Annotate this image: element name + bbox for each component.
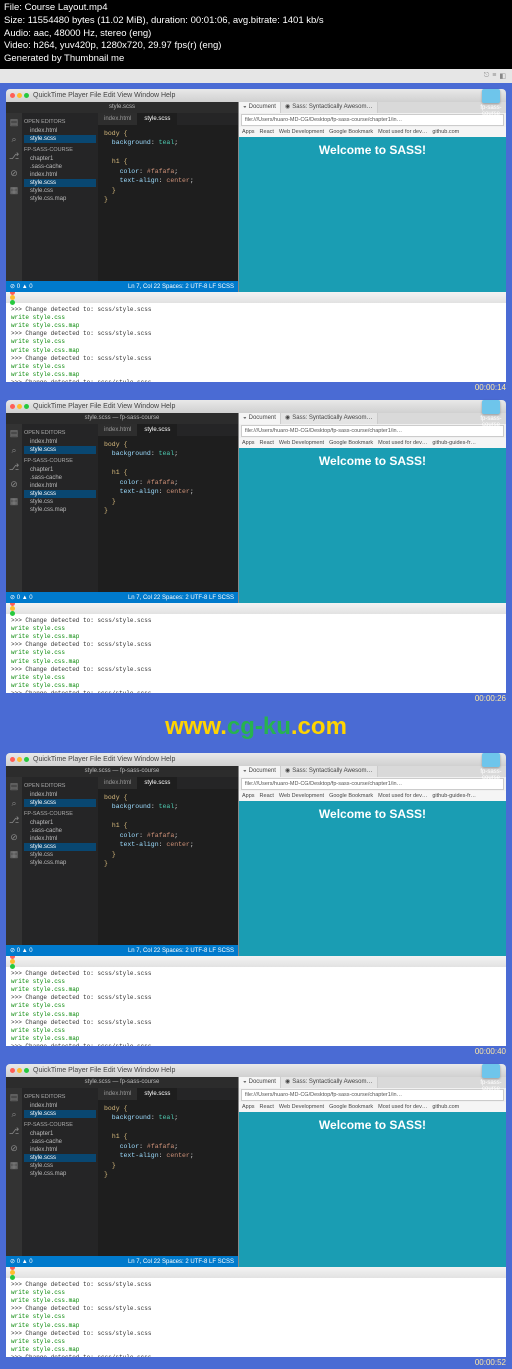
timestamp: 00:00:14 — [0, 382, 512, 394]
vscode-window: style.scss — fp-sass-course ▤ ⌕ ⎇ ⊘ ▦ OP… — [6, 413, 238, 603]
page-heading: Welcome to SASS! — [239, 137, 506, 292]
info-gen: Generated by Thumbnail me — [4, 53, 508, 66]
activity-bar[interactable]: ▤ ⌕ ⎇ ⊘ ▦ — [6, 113, 22, 281]
desktop-folder[interactable]: fp-sass-course — [478, 89, 504, 117]
info-size: Size: 11554480 bytes (11.02 MiB), durati… — [4, 15, 508, 28]
tab-index[interactable]: index.html — [98, 113, 138, 125]
info-file: File: Course Layout.mp4 — [4, 2, 508, 15]
status-bar: ⊘ 0 ▲ 0 Ln 7, Col 22 Spaces: 2 UTF-8 LF … — [6, 281, 238, 292]
debug-icon[interactable]: ⊘ — [10, 479, 18, 490]
folder-icon — [482, 89, 500, 103]
vscode-title: style.scss — [6, 102, 238, 113]
list-item[interactable]: chapter1 — [24, 155, 96, 163]
info-audio: Audio: aac, 48000 Hz, stereo (eng) — [4, 28, 508, 41]
browser-window: ◒ Document ◉ Sass: Syntactically Awesom…… — [238, 413, 506, 603]
folder-icon — [482, 753, 500, 767]
vscode-window: style.scss ▤ ⌕ ⎇ ⊘ ▦ OPEN EDITORS index.… — [6, 102, 238, 292]
git-icon[interactable]: ⎇ — [9, 462, 19, 473]
folder-icon — [482, 400, 500, 414]
browser-tab[interactable]: ◉ Sass: Syntactically Awesom… — [281, 102, 378, 113]
git-icon[interactable]: ⎇ — [9, 151, 19, 162]
editor[interactable]: index.html style.scss body { background:… — [98, 113, 238, 281]
qt-titlebar: QuickTime Player File Edit View Window H… — [6, 400, 506, 413]
desktop-folder[interactable]: fp-sass-course — [478, 1064, 504, 1092]
folder-icon — [482, 1064, 500, 1078]
terminal-window[interactable]: >>> Change detected to: scss/style.scss … — [6, 292, 506, 382]
desktop-folder[interactable]: fp-sass-course — [478, 753, 504, 781]
files-icon[interactable]: ▤ — [10, 117, 19, 128]
browser-window: ◒ Document ◉ Sass: Syntactically Awesom…… — [238, 102, 506, 292]
list-item[interactable]: style.scss — [24, 179, 96, 187]
vscode-title: style.scss — fp-sass-course — [6, 413, 238, 424]
browser-tab[interactable]: ◒ Document — [239, 102, 281, 113]
search-icon[interactable]: ⌕ — [11, 445, 16, 456]
list-item[interactable]: style.css.map — [24, 195, 96, 203]
editor[interactable]: index.html style.scss body { background:… — [98, 424, 238, 592]
list-item[interactable]: style.css — [24, 187, 96, 195]
tab-style[interactable]: style.scss — [138, 113, 177, 125]
ext-icon[interactable]: ▦ — [10, 496, 19, 507]
list-item[interactable]: index.html — [24, 171, 96, 179]
info-video: Video: h264, yuv420p, 1280x720, 29.97 fp… — [4, 40, 508, 53]
search-icon[interactable]: ⌕ — [11, 134, 16, 145]
list-item[interactable]: .sass-cache — [24, 163, 96, 171]
list-item[interactable]: style.scss — [24, 135, 96, 143]
explorer[interactable]: OPEN EDITORS index.html style.scss FP-SA… — [22, 113, 98, 281]
activity-bar[interactable]: ▤ ⌕ ⎇ ⊘ ▦ — [6, 424, 22, 592]
desktop-folder[interactable]: fp-sass-course — [478, 400, 504, 428]
video-info: File: Course Layout.mp4 Size: 11554480 b… — [0, 0, 512, 69]
files-icon[interactable]: ▤ — [10, 428, 19, 439]
ext-icon[interactable]: ▦ — [10, 185, 19, 196]
bookmarks-bar[interactable]: Apps React Web Development Google Bookma… — [239, 127, 506, 137]
explorer[interactable]: OPEN EDITORS index.html style.scss FP-SA… — [22, 424, 98, 592]
code-area[interactable]: body { background: teal; h1 { color: #fa… — [98, 125, 238, 281]
debug-icon[interactable]: ⊘ — [10, 168, 18, 179]
mac-menubar: ⎋≡◧ — [0, 69, 512, 83]
url-bar[interactable]: file:///Users/huaro-MD-CG/Desktop/fp-sas… — [241, 114, 504, 126]
watermark: www.cg-ku.com — [0, 713, 512, 741]
qt-titlebar: QuickTime Player File Edit View Window H… — [6, 89, 506, 102]
list-item[interactable]: index.html — [24, 127, 96, 135]
